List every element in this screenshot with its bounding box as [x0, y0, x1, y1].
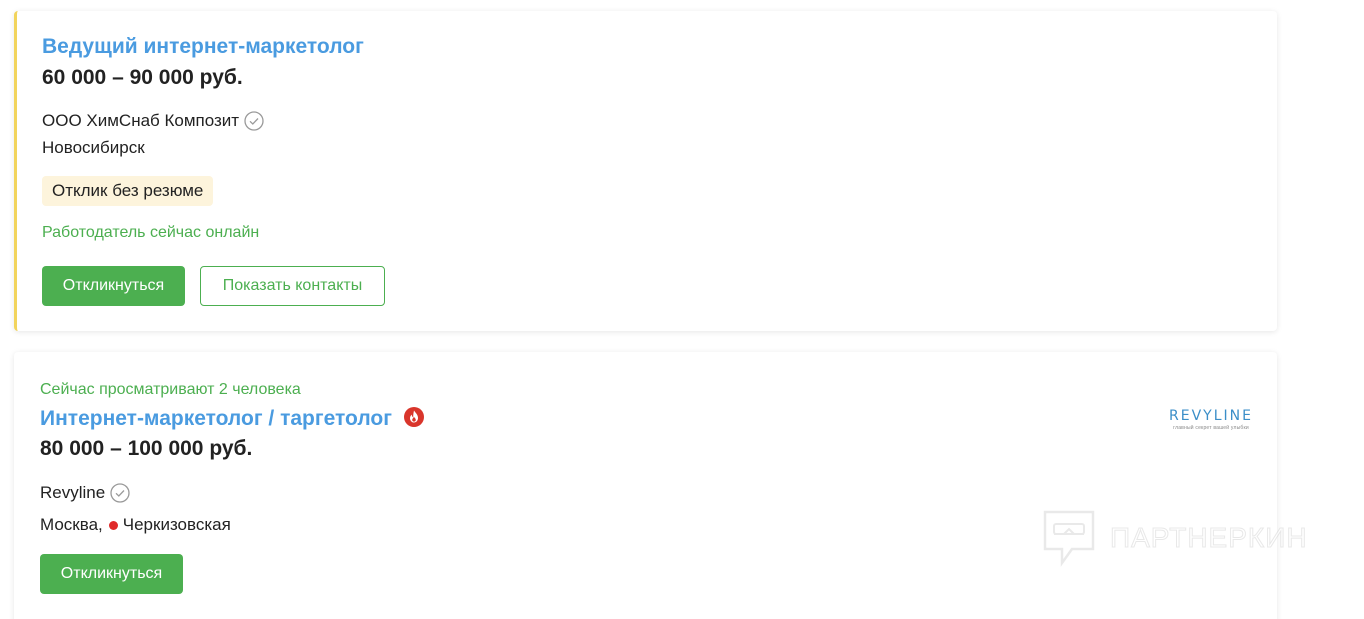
company-name-link[interactable]: Revyline [40, 483, 105, 503]
apply-button[interactable]: Откликнуться [40, 554, 183, 594]
metro-line-icon [108, 520, 118, 530]
watermark-logo-icon [1043, 510, 1095, 567]
company-row: Revyline [40, 483, 130, 503]
watermark-text: ПАРТНЕРКИН [1110, 522, 1308, 554]
vacancy-salary: 80 000 – 100 000 руб. [40, 437, 253, 460]
no-resume-badge: Отклик без резюме [42, 176, 214, 206]
vacancy-card: Сейчас просматривают 2 человека Интернет… [14, 352, 1277, 619]
hot-vacancy-icon [404, 407, 425, 427]
verified-check-icon [110, 483, 130, 503]
employer-online-status: Работодатель сейчас онлайн [42, 224, 260, 241]
company-row: ООО ХимСнаб Композит [42, 111, 264, 131]
show-contacts-button[interactable]: Показать контакты [200, 266, 385, 306]
company-logo-wordmark: REVYLINE [1169, 408, 1253, 424]
vacancy-title-link[interactable]: Интернет-маркетолог / таргетолог [40, 407, 392, 431]
vacancy-list: Ведущий интернет-маркетолог 60 000 – 90 … [0, 0, 1364, 619]
metro-station: Черкизовская [122, 515, 231, 534]
watermark: ПАРТНЕРКИН [1042, 509, 1308, 567]
company-name-link[interactable]: ООО ХимСнаб Композит [42, 111, 239, 131]
viewers-count: Сейчас просматривают 2 человека [40, 381, 301, 398]
vacancy-salary: 60 000 – 90 000 руб. [42, 66, 243, 89]
vacancy-card: Ведущий интернет-маркетолог 60 000 – 90 … [14, 11, 1277, 331]
vacancy-city: Москва, [40, 515, 103, 534]
vacancy-title-row: Интернет-маркетолог / таргетолог [40, 407, 425, 431]
company-logo-tagline: главный секрет вашей улыбки [1173, 425, 1249, 431]
verified-check-icon [244, 111, 264, 131]
apply-button[interactable]: Откликнуться [42, 266, 185, 306]
vacancy-city: Новосибирск [42, 138, 145, 157]
company-logo[interactable]: REVYLINE главный секрет вашей улыбки [1166, 408, 1256, 431]
vacancy-title-link[interactable]: Ведущий интернет-маркетолог [42, 35, 364, 59]
vacancy-location: Москва, Черкизовская [40, 515, 231, 535]
